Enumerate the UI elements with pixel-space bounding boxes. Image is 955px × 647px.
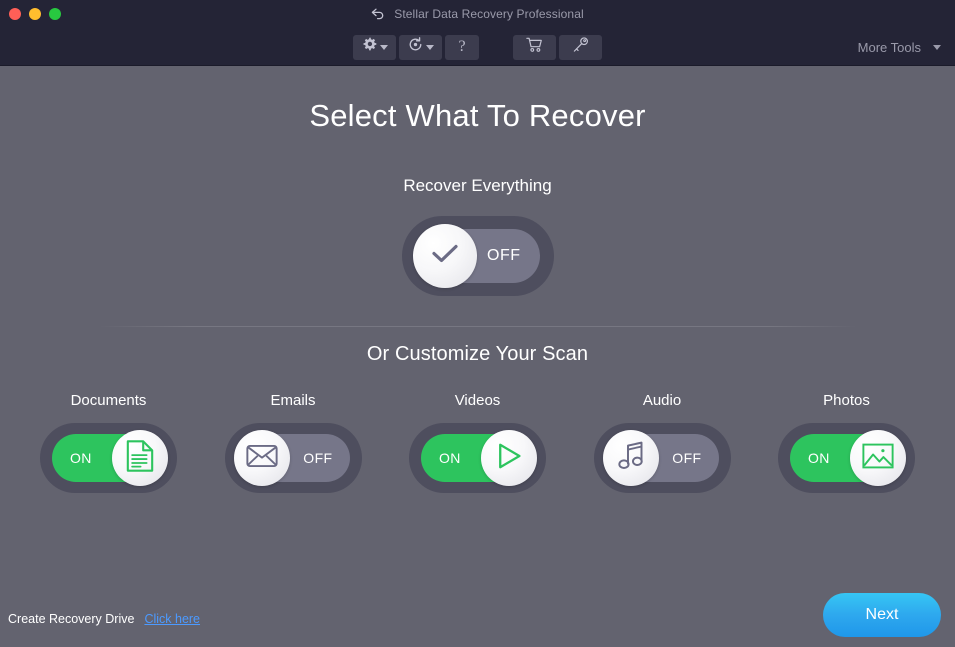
category-audio: Audio OFF — [576, 392, 749, 493]
videos-toggle[interactable]: ON — [409, 423, 546, 493]
back-arrow-icon[interactable] — [371, 8, 385, 20]
app-window: Stellar Data Recovery Professional ? Mor… — [0, 0, 955, 647]
recover-everything-knob[interactable] — [412, 224, 477, 288]
recover-everything-label: Recover Everything — [403, 176, 552, 195]
title-bar: Stellar Data Recovery Professional — [0, 0, 955, 28]
emails-knob[interactable] — [233, 430, 290, 486]
music-note-icon — [617, 441, 645, 476]
next-button[interactable]: Next — [823, 593, 941, 637]
history-button[interactable] — [399, 34, 442, 60]
emails-state: OFF — [303, 450, 333, 466]
footer: Create Recovery Drive Click here Next — [0, 585, 955, 647]
create-recovery-drive: Create Recovery Drive Click here — [8, 612, 200, 626]
document-icon — [126, 439, 154, 477]
section-divider — [97, 326, 858, 327]
envelope-icon — [245, 443, 278, 474]
shopping-cart-icon — [525, 37, 544, 58]
recover-everything-toggle[interactable]: OFF — [401, 216, 554, 296]
toolbar-group-secondary — [513, 34, 602, 60]
category-toggles: Documents ON Emails OFF Videos ON Audio … — [0, 392, 955, 493]
activate-button[interactable] — [559, 34, 602, 60]
buy-button[interactable] — [513, 34, 556, 60]
more-tools-label: More Tools — [857, 39, 921, 55]
main-content: Select What To Recover Recover Everythin… — [0, 66, 955, 647]
category-documents: Documents ON — [22, 392, 195, 493]
gear-icon — [362, 37, 377, 57]
image-icon — [862, 442, 894, 475]
category-label: Photos — [823, 392, 870, 409]
category-label: Videos — [454, 392, 501, 409]
play-triangle-icon — [494, 441, 524, 476]
window-title-container: Stellar Data Recovery Professional — [0, 0, 955, 28]
checkmark-icon — [430, 242, 460, 271]
photos-knob[interactable] — [850, 430, 906, 486]
photos-state: ON — [808, 450, 830, 466]
chevron-down-icon — [933, 44, 941, 50]
create-recovery-drive-link[interactable]: Click here — [144, 612, 200, 626]
recover-everything-toggle-container: OFF — [0, 216, 955, 296]
category-emails: Emails OFF — [207, 392, 380, 493]
history-icon — [408, 37, 423, 57]
audio-toggle[interactable]: OFF — [593, 423, 731, 493]
documents-knob[interactable] — [112, 430, 168, 486]
chevron-down-icon — [425, 44, 434, 50]
toolbar: ? More Tools — [0, 28, 955, 66]
documents-toggle[interactable]: ON — [40, 423, 177, 493]
category-label: Audio — [642, 392, 682, 409]
page-title: Select What To Recover — [309, 98, 646, 133]
audio-state: OFF — [672, 450, 702, 466]
recover-everything-state: OFF — [487, 247, 521, 264]
videos-knob[interactable] — [481, 430, 537, 486]
more-tools-menu[interactable]: More Tools — [858, 28, 941, 66]
create-recovery-drive-label: Create Recovery Drive — [8, 612, 135, 626]
toolbar-buttons: ? — [0, 28, 955, 66]
category-label: Documents — [70, 392, 147, 409]
photos-toggle[interactable]: ON — [778, 423, 915, 493]
category-label: Emails — [270, 392, 316, 409]
key-icon — [572, 36, 589, 58]
question-mark-icon: ? — [458, 38, 466, 55]
window-title: Stellar Data Recovery Professional — [394, 7, 584, 21]
audio-knob[interactable] — [602, 430, 659, 486]
settings-button[interactable] — [353, 34, 396, 60]
customize-scan-label: Or Customize Your Scan — [366, 343, 589, 365]
help-button[interactable]: ? — [445, 34, 479, 60]
documents-state: ON — [70, 450, 92, 466]
emails-toggle[interactable]: OFF — [224, 423, 362, 493]
chevron-down-icon — [379, 44, 388, 50]
toolbar-group-primary: ? — [353, 34, 479, 60]
category-videos: Videos ON — [391, 392, 564, 493]
videos-state: ON — [439, 450, 461, 466]
category-photos: Photos ON — [760, 392, 933, 493]
